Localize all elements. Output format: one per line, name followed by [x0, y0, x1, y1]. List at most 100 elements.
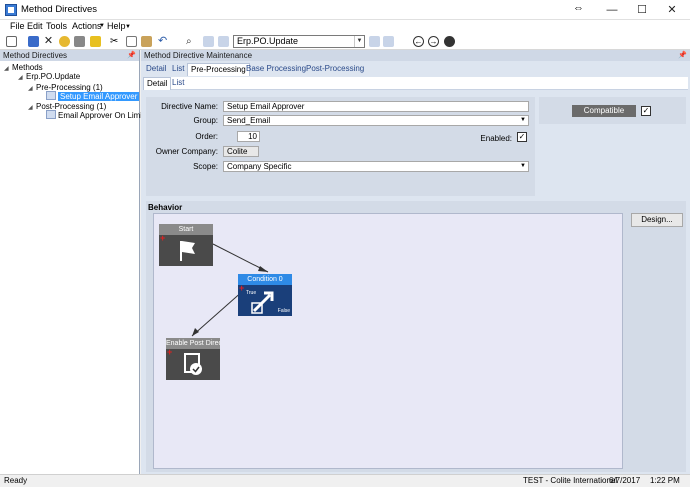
scope-select[interactable]: Company Specific ▼ — [223, 161, 529, 172]
group-select[interactable]: Send_Email ▼ — [223, 115, 529, 126]
scope-label: Scope: — [193, 162, 218, 171]
save-icon[interactable] — [28, 36, 39, 47]
comment-icon[interactable] — [59, 36, 70, 47]
subtab-detail[interactable]: Detail — [143, 77, 172, 90]
workflow-canvas[interactable]: Start + Condition 0 + True False Enable … — [153, 213, 623, 469]
cut-icon[interactable]: ✂ — [110, 36, 121, 47]
collapse-icon[interactable]: ◢ — [4, 64, 12, 75]
collapse-icon[interactable]: ◢ — [18, 73, 26, 84]
app-icon — [5, 4, 17, 16]
owner-company-value: Colite — [227, 147, 248, 156]
flag-icon — [180, 241, 195, 261]
status-bar: Ready TEST - Colite International 6/7/20… — [0, 474, 690, 487]
menu-edit[interactable]: Edit — [27, 21, 43, 31]
tree-node-label: Setup Email Approver — [58, 92, 140, 101]
panel-header: Method Directive Maintenance 📌 — [141, 50, 690, 61]
tree-node-label: Erp.PO.Update — [26, 72, 81, 81]
directive-icon — [46, 110, 56, 119]
pin-icon[interactable]: 📌 — [127, 50, 136, 61]
chevron-down-icon[interactable]: ▼ — [520, 162, 526, 171]
last-record-icon[interactable] — [383, 36, 394, 47]
order-value: 10 — [248, 132, 257, 141]
status-time: 1:22 PM — [650, 476, 680, 485]
node-title: Condition 0 — [238, 274, 292, 285]
chevron-down-icon[interactable]: ▼ — [520, 116, 526, 125]
status-text: Ready — [4, 476, 28, 485]
directive-name-value: Setup Email Approver — [227, 102, 305, 111]
enabled-checkbox[interactable]: ✓ — [517, 132, 527, 142]
tab-base-processing[interactable]: Base Processing — [243, 63, 309, 75]
search-icon[interactable]: ⌕ — [186, 36, 197, 47]
home-icon[interactable] — [444, 36, 455, 47]
scope-value: Company Specific — [227, 162, 292, 171]
back-icon[interactable]: ← — [413, 36, 424, 47]
node-title: Start — [159, 224, 213, 235]
collapse-icon[interactable]: ◢ — [28, 103, 36, 114]
sub-tabs: Detail List — [143, 77, 688, 90]
previous-record-icon[interactable] — [218, 36, 229, 47]
first-record-icon[interactable] — [203, 36, 214, 47]
menu-tools[interactable]: Tools — [46, 21, 67, 31]
compatible-box: Compatible ✓ — [539, 97, 686, 124]
check-document-icon — [184, 353, 202, 375]
order-label: Order: — [195, 132, 218, 141]
method-directive-maintenance-panel: Method Directive Maintenance 📌 Detail Li… — [141, 50, 690, 474]
tab-pre-processing[interactable]: Pre-Processing — [187, 63, 250, 76]
arrowhead — [258, 266, 268, 272]
tab-list[interactable]: List — [169, 63, 187, 75]
group-value: Send_Email — [227, 116, 271, 125]
directive-name-field[interactable]: Setup Email Approver — [223, 101, 529, 112]
workflow-node-start[interactable]: Start + — [159, 224, 213, 266]
workflow-node-condition[interactable]: Condition 0 + True False — [238, 274, 292, 316]
undo-icon[interactable]: ↶ — [158, 36, 169, 47]
pin-icon[interactable]: 📌 — [678, 50, 687, 61]
copy-icon[interactable] — [126, 36, 137, 47]
collapse-icon[interactable]: ◢ — [28, 84, 36, 95]
panel-header-label: Method Directives — [3, 51, 68, 60]
close-icon[interactable]: ✕ — [657, 0, 687, 20]
owner-company-field: Colite — [223, 146, 259, 157]
method-combo[interactable]: Erp.PO.Update ▼ — [233, 35, 365, 48]
resize-arrows-icon[interactable]: ⇔ — [573, 2, 584, 14]
directive-name-label: Directive Name: — [161, 102, 218, 111]
delete-icon[interactable]: ✕ — [43, 36, 54, 47]
maximize-icon[interactable]: ☐ — [627, 0, 657, 20]
compatible-button[interactable]: Compatible — [572, 105, 636, 117]
tree-node-label: Email Approver On Limit — [58, 111, 145, 120]
tab-detail[interactable]: Detail — [143, 63, 169, 75]
minimize-icon[interactable]: — — [597, 0, 627, 20]
behavior-section: Behavior Design... Start + Condition 0 +… — [146, 201, 686, 472]
forward-icon[interactable]: → — [428, 36, 439, 47]
directive-form: Directive Name: Setup Email Approver Gro… — [146, 97, 535, 196]
method-combo-value: Erp.PO.Update — [237, 36, 299, 46]
chevron-down-icon[interactable]: ▼ — [354, 36, 364, 47]
menu-bar: File Edit Tools Actions ▼ Help ▼ — [0, 20, 690, 34]
clear-icon[interactable] — [90, 36, 101, 47]
arrowhead — [192, 328, 199, 336]
menu-file[interactable]: File — [10, 21, 25, 31]
title-bar: Method Directives ⇔ — ☐ ✕ — [0, 0, 690, 20]
enabled-label: Enabled: — [480, 134, 512, 143]
compatible-checkbox[interactable]: ✓ — [641, 106, 651, 116]
subtab-list[interactable]: List — [169, 77, 187, 89]
workflow-node-enable-post-directive[interactable]: Enable Post Directi + — [166, 338, 220, 380]
order-field[interactable]: 10 — [237, 131, 260, 142]
node-title: Enable Post Directi — [166, 338, 220, 349]
menu-help[interactable]: Help — [107, 21, 126, 31]
tree-node-email-approver-on-limit[interactable]: Email Approver On Limit — [46, 110, 144, 121]
chevron-down-icon: ▼ — [125, 24, 131, 30]
method-directives-panel: Method Directives 📌 ◢ Methods ◢ Erp.PO.Upd… — [0, 50, 144, 474]
new-icon[interactable] — [6, 36, 17, 47]
menu-actions[interactable]: Actions — [72, 21, 102, 31]
behavior-label: Behavior — [148, 203, 183, 212]
paste-icon[interactable] — [141, 36, 152, 47]
next-record-icon[interactable] — [369, 36, 380, 47]
panel-header-label: Method Directive Maintenance — [144, 51, 253, 60]
chevron-down-icon: ▼ — [99, 23, 105, 29]
owner-company-label: Owner Company: — [155, 147, 218, 156]
condition-icon — [251, 291, 274, 314]
status-date: 6/7/2017 — [609, 476, 641, 485]
attach-icon[interactable] — [74, 36, 85, 47]
tab-post-processing[interactable]: Post-Processing — [303, 63, 367, 75]
design-button[interactable]: Design... — [631, 213, 683, 227]
